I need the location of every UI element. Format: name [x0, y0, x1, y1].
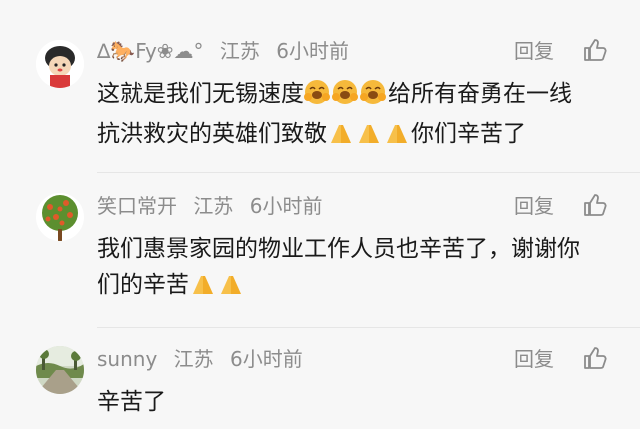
comment-text: 辛苦了	[97, 389, 166, 415]
comment-item: 笑口常开 江苏 6小时前 回复 我们惠景家园的物业工作人员也辛苦了，谢谢你 们的…	[0, 175, 640, 330]
reply-button[interactable]: 回复	[514, 346, 554, 372]
timestamp: 6小时前	[276, 39, 349, 63]
comment-text: 这就是我们无锡速度 给所有奋勇在一线 抗洪救灾的英雄们致敬 你们辛苦了	[97, 76, 617, 156]
timestamp: 6小时前	[249, 194, 323, 218]
comment-meta: ∆🐎Fy❀☁° 江苏 6小时前	[97, 38, 359, 64]
divider	[97, 327, 640, 328]
location: 江苏	[193, 194, 234, 218]
location: 江苏	[219, 39, 260, 63]
reply-button[interactable]: 回复	[514, 193, 554, 219]
comment-item: ∆🐎Fy❀☁° 江苏 6小时前 回复 这就是我们无锡速度 给所有奋勇在一线 抗洪…	[0, 0, 640, 175]
username[interactable]: ∆🐎Fy❀☁°	[97, 39, 204, 63]
avatar[interactable]	[36, 40, 84, 88]
username[interactable]: sunny	[97, 347, 157, 371]
thumbs-up-icon[interactable]	[582, 345, 608, 371]
username[interactable]: 笑口常开	[97, 194, 177, 218]
praying-hands-emoji	[327, 120, 411, 156]
cheering-face-emoji	[304, 79, 388, 116]
reply-button[interactable]: 回复	[514, 38, 554, 64]
thumbs-up-icon[interactable]	[582, 192, 608, 218]
comment-text: 我们惠景家园的物业工作人员也辛苦了，谢谢你 们的辛苦	[97, 231, 617, 307]
divider	[97, 172, 640, 173]
thumbs-up-icon[interactable]	[582, 37, 608, 63]
avatar[interactable]	[36, 193, 84, 241]
timestamp: 6小时前	[230, 347, 303, 371]
comment-item: sunny 江苏 6小时前 回复 辛苦了	[0, 330, 640, 429]
comment-meta: 笑口常开 江苏 6小时前	[97, 193, 332, 219]
avatar[interactable]	[36, 346, 84, 394]
praying-hands-emoji	[189, 271, 245, 307]
comment-meta: sunny 江苏 6小时前	[97, 346, 313, 372]
location: 江苏	[173, 347, 214, 371]
